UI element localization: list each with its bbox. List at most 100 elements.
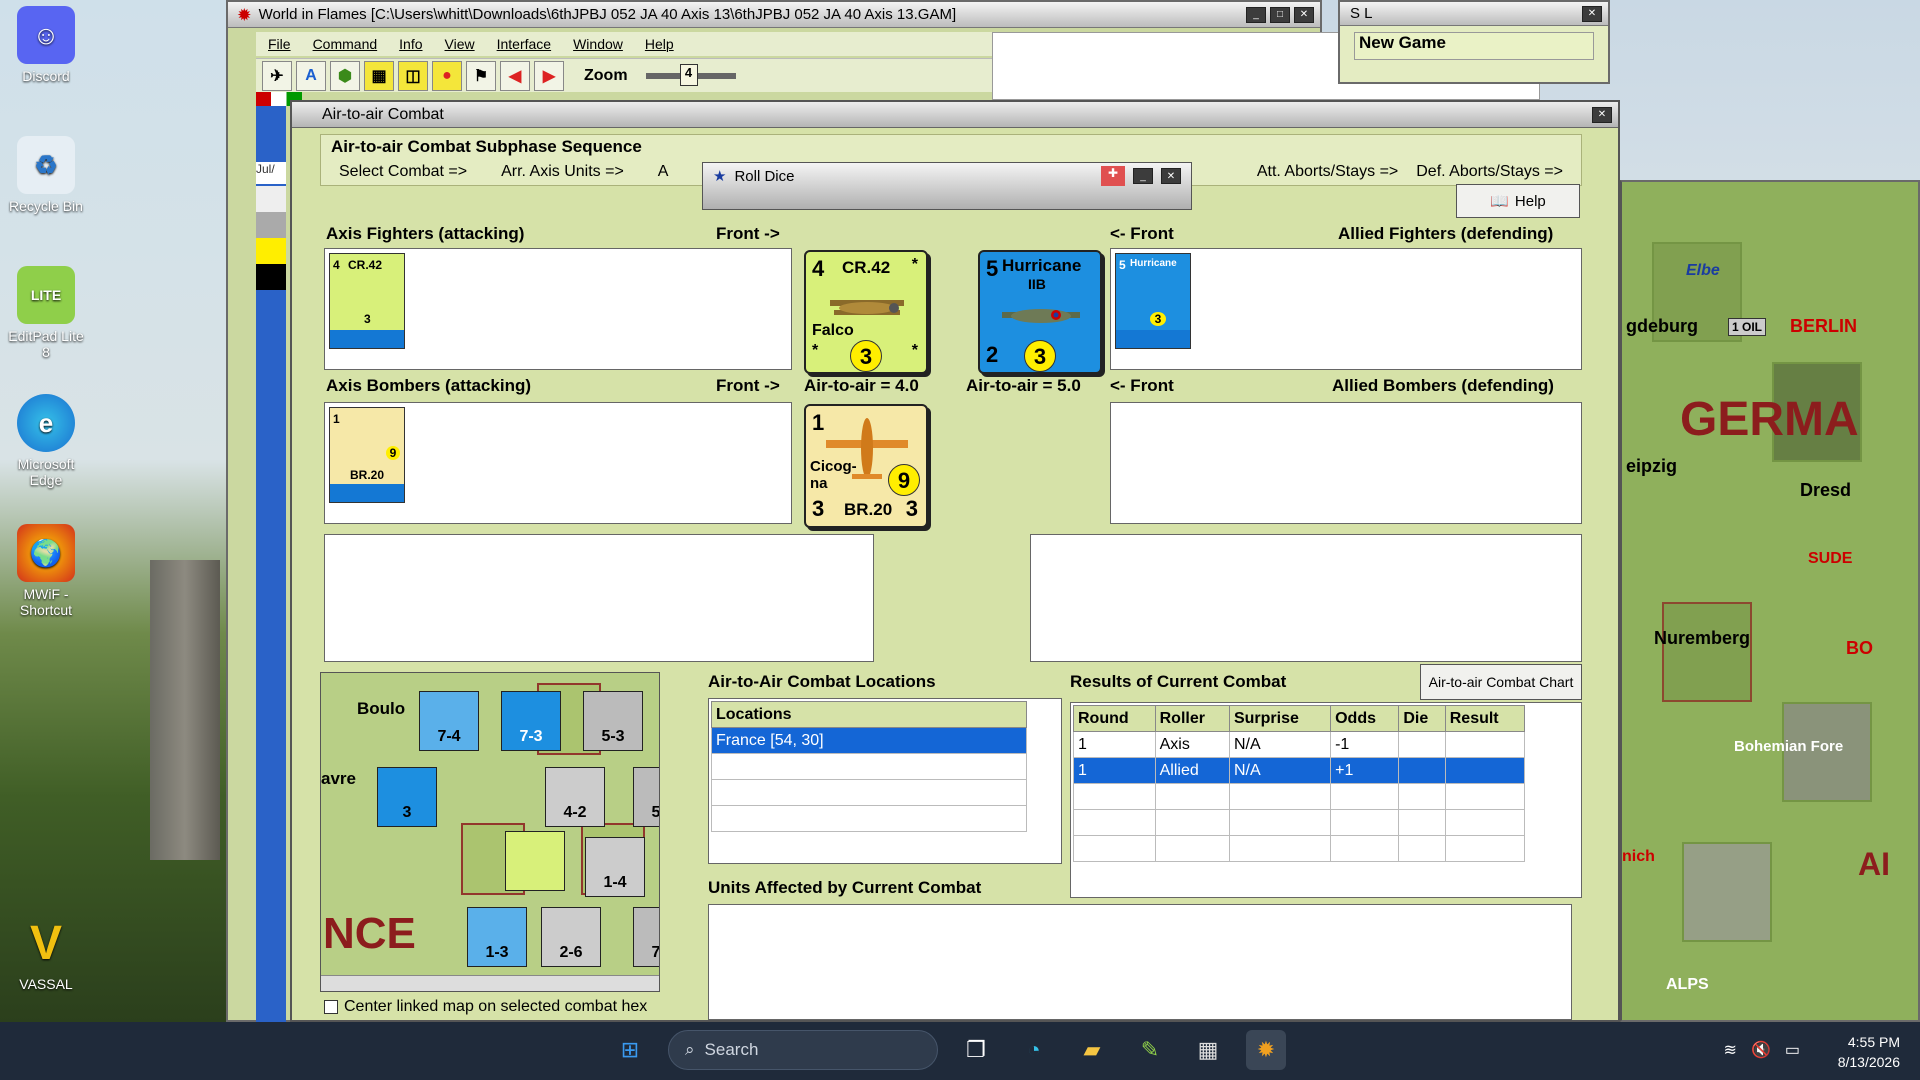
unit-counter[interactable]: 5-4: [633, 767, 659, 827]
sequence-title: Air-to-air Combat Subphase Sequence: [331, 137, 642, 156]
locations-table: Locations France [54, 30]: [711, 701, 1027, 832]
desktop-icon-discord[interactable]: ☺ Discord: [6, 6, 86, 84]
roll-dice-window[interactable]: ★ Roll Dice ✚ _ ✕: [702, 162, 1192, 210]
cr42-mini-counter[interactable]: 4 CR.42 3: [329, 253, 405, 349]
flag-tool-icon[interactable]: ⚑: [466, 60, 496, 91]
menu-help[interactable]: Help: [645, 36, 674, 52]
allied-bombers-panel[interactable]: [1110, 402, 1582, 524]
step-att-aborts[interactable]: Att. Aborts/Stays =>: [1257, 163, 1398, 181]
sl-close-button[interactable]: ✕: [1582, 5, 1602, 22]
step-select-combat[interactable]: Select Combat =>: [339, 163, 467, 181]
a2a-combat-chart-button[interactable]: Air-to-air Combat Chart: [1420, 664, 1582, 700]
location-row[interactable]: [711, 753, 1027, 780]
desktop-icon-mwif[interactable]: 🌍 MWiF - Shortcut: [6, 524, 86, 618]
minimize-button[interactable]: _: [1246, 6, 1266, 23]
maximize-button[interactable]: □: [1270, 6, 1290, 23]
unit-tool-icon[interactable]: ✈: [262, 60, 292, 91]
desktop-icon-editpad[interactable]: LITE EditPad Lite 8: [6, 266, 86, 360]
results-row[interactable]: 1 Axis N/A -1: [1073, 731, 1526, 758]
taskbar-icons: ⊞ ⌕ Search ❐ ◔ ▰ ✎ ▦ ✹: [610, 1030, 1286, 1070]
br20-counter[interactable]: 1 Cicog-na 9 3 BR.20 3: [804, 404, 928, 528]
unit-counter[interactable]: 2-6: [541, 907, 601, 967]
unit-counter[interactable]: 7-4: [419, 691, 479, 751]
units-affected-title: Units Affected by Current Combat: [708, 878, 982, 897]
desktop-icon-vassal[interactable]: V VASSAL: [6, 914, 86, 993]
zoom-knob[interactable]: 4: [679, 63, 698, 86]
zoom-slider[interactable]: 4: [645, 63, 736, 86]
unit-counter[interactable]: 7-5: [633, 907, 659, 967]
help-button[interactable]: 📖 Help: [1456, 184, 1580, 218]
battery-icon[interactable]: ▭: [1785, 1040, 1800, 1060]
hurricane-counter[interactable]: 5 Hurricane IIB 2 3: [978, 250, 1102, 374]
search-icon: ⌕: [685, 1040, 695, 1059]
unit-counter[interactable]: 3: [377, 767, 437, 827]
text-tool-icon[interactable]: A: [296, 60, 326, 91]
volume-mute-icon[interactable]: 🔇: [1751, 1040, 1771, 1060]
map-label: NCE: [323, 909, 416, 958]
menu-file[interactable]: File: [268, 36, 291, 52]
new-game-label[interactable]: New Game: [1354, 32, 1594, 60]
hurricane-mini-counter[interactable]: 5 Hurricane 3: [1115, 253, 1191, 349]
center-map-checkbox[interactable]: [324, 1000, 338, 1014]
mwif-taskbar-icon[interactable]: ✹: [1246, 1030, 1286, 1070]
close-button[interactable]: ✕: [1294, 6, 1314, 23]
locations-title: Air-to-Air Combat Locations: [708, 672, 936, 691]
unit-counter[interactable]: 4-2: [545, 767, 605, 827]
menu-info[interactable]: Info: [399, 36, 422, 52]
clock[interactable]: 4:55 PM 8/13/2026: [1838, 1032, 1900, 1072]
highlight-tool-icon[interactable]: ●: [432, 60, 462, 91]
back-arrow-icon[interactable]: ◀: [500, 60, 530, 91]
step-truncated[interactable]: A: [658, 163, 669, 181]
br20-mini-counter[interactable]: 1 9 BR.20: [329, 407, 405, 503]
unit-counter[interactable]: 1-4: [585, 837, 645, 897]
menu-interface[interactable]: Interface: [497, 36, 551, 52]
cr42-map-counter[interactable]: [505, 831, 565, 891]
location-row[interactable]: France [54, 30]: [711, 727, 1027, 754]
center-map-option[interactable]: Center linked map on selected combat hex: [324, 998, 647, 1016]
menu-command[interactable]: Command: [313, 36, 378, 52]
hex-tool-icon[interactable]: ⬢: [330, 60, 360, 91]
file-explorer-icon[interactable]: ▰: [1072, 1030, 1112, 1070]
location-row[interactable]: [711, 779, 1027, 806]
locations-list[interactable]: Locations France [54, 30]: [708, 698, 1062, 864]
grid-tool-icon[interactable]: ▦: [364, 60, 394, 91]
toolbar: ✈ A ⬢ ▦ ◫ ● ⚑ ◀ ▶ Zoom 4: [256, 58, 992, 92]
forward-arrow-icon[interactable]: ▶: [534, 60, 564, 91]
air-combat-titlebar[interactable]: Air-to-air Combat ✕: [292, 102, 1618, 128]
cr42-counter[interactable]: 4 CR.42 * Falco 3 * *: [804, 250, 928, 374]
task-view-icon[interactable]: ❐: [956, 1030, 996, 1070]
unit-counter[interactable]: 5-3: [583, 691, 643, 751]
unit-counter[interactable]: 7-3: [501, 691, 561, 751]
location-row[interactable]: [711, 805, 1027, 832]
axis-fighters-panel[interactable]: 4 CR.42 3: [324, 248, 792, 370]
map-label: gdeburg: [1626, 316, 1698, 336]
menu-window[interactable]: Window: [573, 36, 623, 52]
dice-minimize-button[interactable]: _: [1133, 168, 1153, 184]
results-row[interactable]: 1 Allied N/A +1: [1073, 757, 1526, 784]
map-label: eipzig: [1626, 456, 1678, 476]
allied-fighters-panel[interactable]: 5 Hurricane 3: [1110, 248, 1582, 370]
unit-counter[interactable]: 1-3: [467, 907, 527, 967]
layer-tool-icon[interactable]: ◫: [398, 60, 428, 91]
editpad-taskbar-icon[interactable]: ✎: [1130, 1030, 1170, 1070]
main-titlebar[interactable]: ✹ World in Flames [C:\Users\whitt\Downlo…: [228, 2, 1320, 28]
dice-close-button[interactable]: ✕: [1161, 168, 1181, 184]
minimap-scrollbar[interactable]: [321, 975, 659, 991]
desktop-icon-edge[interactable]: e Microsoft Edge: [6, 394, 86, 488]
calculator-icon[interactable]: ▦: [1188, 1030, 1228, 1070]
menu-view[interactable]: View: [445, 36, 475, 52]
axis-bombers-panel[interactable]: 1 9 BR.20: [324, 402, 792, 524]
desktop-icon-recycle-bin[interactable]: ♻ Recycle Bin: [6, 136, 86, 214]
windows-start-icon[interactable]: ⊞: [610, 1030, 650, 1070]
step-def-aborts[interactable]: Def. Aborts/Stays =>: [1416, 163, 1563, 181]
col-result: Result: [1444, 705, 1526, 732]
search-box[interactable]: ⌕ Search: [668, 1030, 938, 1070]
strategic-map[interactable]: Elbe gdeburg BERLIN GERMA eipzig Dresd S…: [1620, 180, 1920, 1022]
combat-minimap[interactable]: Boulo avre NCE 7-4 7-3 5-3 4-2 1-4 1-3 2…: [320, 672, 660, 992]
step-arrange-axis[interactable]: Arr. Axis Units =>: [501, 163, 624, 181]
wifi-icon[interactable]: ≋: [1724, 1040, 1737, 1060]
sl-titlebar[interactable]: S L ✕: [1340, 2, 1608, 26]
map-label: Nuremberg: [1654, 628, 1751, 648]
edge-taskbar-icon[interactable]: ◔: [1014, 1030, 1054, 1070]
air-close-button[interactable]: ✕: [1592, 106, 1612, 123]
